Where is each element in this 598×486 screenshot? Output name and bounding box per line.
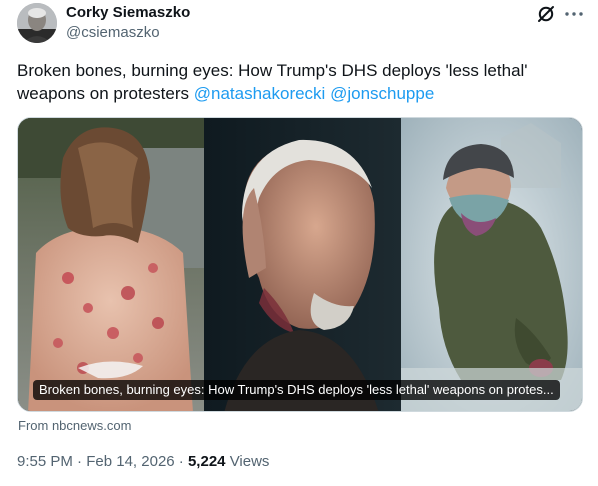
- link-card-headline[interactable]: Broken bones, burning eyes: How Trump's …: [33, 380, 560, 400]
- meta-separator: ·: [77, 453, 83, 470]
- person-avatar-icon: [17, 3, 57, 43]
- more-dots-icon[interactable]: [563, 4, 585, 24]
- tweet: Corky Siemaszko @csiemaszko Broken bones…: [0, 0, 598, 486]
- photo-injured-back: [18, 118, 204, 411]
- tweet-meta: 9:55 PM · Feb 14, 2026 · 5,224 Views: [17, 452, 269, 472]
- link-card-image[interactable]: Broken bones, burning eyes: How Trump's …: [17, 117, 583, 412]
- mention-link[interactable]: @jonschuppe: [330, 84, 434, 103]
- photo-injured-man: [204, 118, 401, 411]
- author-display-name[interactable]: Corky Siemaszko: [66, 4, 190, 22]
- views-count: 5,224: [187, 453, 226, 470]
- link-card-source[interactable]: From nbcnews.com: [18, 418, 131, 434]
- photo-protester-smoke: [401, 118, 582, 411]
- mention-link[interactable]: @natashakorecki: [194, 84, 326, 103]
- views-label: Views: [229, 453, 270, 470]
- tweet-time[interactable]: 9:55 PM: [17, 453, 73, 470]
- avatar[interactable]: [17, 3, 57, 43]
- author-handle[interactable]: @csiemaszko: [66, 24, 160, 42]
- meta-separator: ·: [178, 453, 184, 470]
- tweet-date[interactable]: Feb 14, 2026: [86, 453, 174, 470]
- grok-slash-icon[interactable]: [536, 4, 556, 24]
- tweet-text: Broken bones, burning eyes: How Trump's …: [17, 59, 577, 105]
